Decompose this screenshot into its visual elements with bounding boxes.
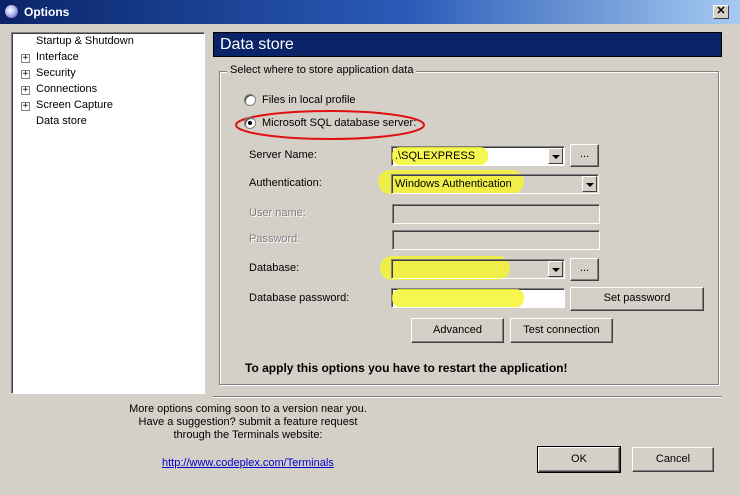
plus-icon[interactable]: + [21,102,30,111]
close-icon[interactable]: ✕ [713,5,729,19]
set-password-button[interactable]: Set password [570,287,704,311]
database-combo[interactable] [391,259,565,279]
tree-item-label: Screen Capture [36,99,114,111]
password-label: Password: [249,233,301,245]
plus-icon[interactable]: + [21,86,30,95]
tree-item-label: Startup & Shutdown [36,35,134,47]
test-connection-button[interactable]: Test connection [510,318,613,343]
chevron-down-icon[interactable] [582,176,597,192]
restart-note: To apply this options you have to restar… [245,361,568,375]
server-name-combo[interactable]: .\SQLEXPRESS [391,146,565,166]
options-tree[interactable]: Startup & Shutdown + Interface + Securit… [11,32,205,394]
plus-icon[interactable]: + [21,70,30,79]
tree-item-startup[interactable]: Startup & Shutdown [36,35,134,49]
tree-item-label: Connections [36,83,98,95]
divider [213,396,722,398]
highlight-mark [392,289,524,307]
authentication-value: Windows Authentication [395,178,512,190]
more-options-line: through the Terminals website: [173,429,323,441]
authentication-label: Authentication: [249,177,322,189]
codeplex-link[interactable]: http://www.codeplex.com/Terminals [162,457,334,469]
tree-item-label: Security [36,67,76,79]
more-options-line: Have a suggestion? submit a feature requ… [138,416,358,428]
authentication-combo[interactable]: Windows Authentication [391,174,599,194]
database-password-input[interactable] [391,288,565,308]
username-input [392,204,600,224]
tree-item-security[interactable]: Security [36,67,76,81]
browse-database-button[interactable]: ... [570,258,599,281]
plus-icon[interactable]: + [21,54,30,63]
ok-button[interactable]: OK [537,446,621,473]
window-title: Options [24,5,70,19]
terminals-app-icon [4,4,19,19]
tree-item-label: Interface [36,51,79,63]
tree-item-label: Data store [36,115,87,127]
browse-server-button[interactable]: ... [570,144,599,167]
tree-item-connections[interactable]: Connections [36,83,97,97]
panel-title: Data store [213,32,722,57]
username-label: User name: [249,207,306,219]
server-name-value: .\SQLEXPRESS [395,150,476,162]
title-bar[interactable]: Options ✕ [0,0,740,24]
chevron-down-icon[interactable] [548,148,563,164]
cancel-button[interactable]: Cancel [632,447,714,472]
local-profile-label[interactable]: Files in local profile [262,94,356,106]
password-input [392,230,600,250]
chevron-down-icon[interactable] [548,261,563,277]
local-profile-radio[interactable] [244,94,256,106]
server-name-label: Server Name: [249,149,317,161]
group-label: Select where to store application data [227,64,417,76]
sql-server-label[interactable]: Microsoft SQL database server: [262,117,416,129]
advanced-button[interactable]: Advanced [411,318,504,343]
tree-item-interface[interactable]: Interface [36,51,79,65]
tree-item-data-store[interactable]: Data store [36,115,87,129]
sql-server-radio[interactable] [244,117,256,129]
tree-item-screen-capture[interactable]: Screen Capture [36,99,113,113]
more-options-text: More options coming soon to a version ne… [118,403,378,442]
database-label: Database: [249,262,300,274]
database-password-label: Database password: [249,292,350,304]
more-options-line: More options coming soon to a version ne… [129,403,367,415]
